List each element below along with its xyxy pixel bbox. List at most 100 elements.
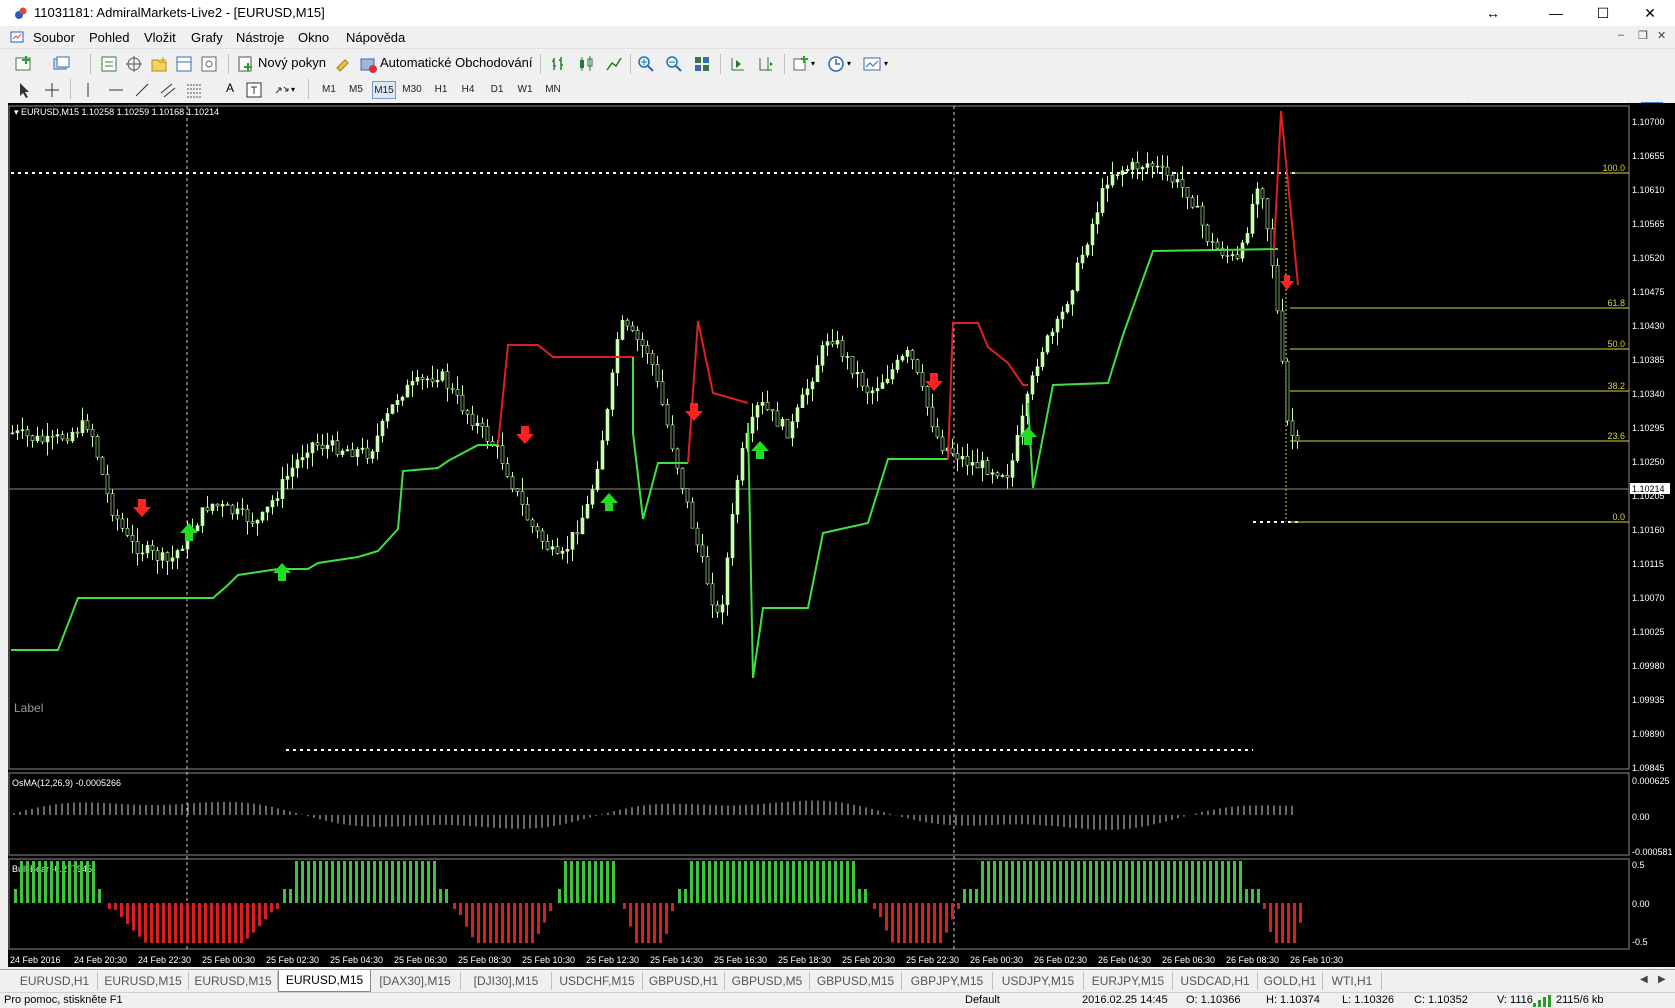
bullbear-bar <box>477 903 480 943</box>
candle-body <box>1255 188 1260 205</box>
tab-chart[interactable]: WTI,H1 <box>1323 972 1382 990</box>
tabs-scroll-left-icon[interactable]: ◀ <box>1640 974 1648 985</box>
child-minimize-button[interactable]: – <box>1618 29 1624 41</box>
timeframe-h1[interactable]: H1 <box>430 81 452 99</box>
timeframe-h4[interactable]: H4 <box>457 81 479 99</box>
tab-chart[interactable]: [DJI30],M15 <box>461 972 552 990</box>
tab-chart[interactable]: GBPUSD,M5 <box>725 972 810 990</box>
text-tool-icon[interactable]: A <box>220 81 240 99</box>
new-chart-icon[interactable] <box>14 54 34 74</box>
tab-chart[interactable]: USDCAD,H1 <box>1173 972 1258 990</box>
tab-chart[interactable]: GBPUSD,M15 <box>810 972 902 990</box>
trendline-icon[interactable] <box>132 81 152 99</box>
timeframe-mn[interactable]: MN <box>542 81 564 99</box>
templates-icon[interactable] <box>862 54 882 74</box>
tab-chart-active[interactable]: EURUSD,M15 <box>278 970 371 992</box>
menu-nastroje[interactable]: Nástroje <box>236 30 284 45</box>
zoom-out-icon[interactable] <box>664 54 684 74</box>
svg-text:25 Feb 14:30: 25 Feb 14:30 <box>650 955 703 965</box>
timeframe-m15[interactable]: M15 <box>372 81 396 99</box>
arrows-dropdown-icon[interactable]: ▾ <box>291 85 295 94</box>
menu-grafy[interactable]: Grafy <box>191 30 223 45</box>
bullbear-bar <box>933 903 936 943</box>
text-label-icon[interactable] <box>244 81 264 99</box>
tab-chart[interactable]: EURJPY,M15 <box>1084 972 1173 990</box>
timeframe-w1[interactable]: W1 <box>514 81 536 99</box>
terminal-icon[interactable] <box>174 54 194 74</box>
data-window-icon[interactable] <box>124 54 144 74</box>
periods-dropdown-icon[interactable]: ▾ <box>847 59 851 68</box>
bullbear-bar <box>283 889 286 903</box>
child-restore-button[interactable]: ❐ <box>1638 29 1648 42</box>
candle-body <box>1030 375 1035 395</box>
new-order-icon[interactable] <box>236 54 256 74</box>
metaeditor-icon[interactable] <box>333 54 353 74</box>
tab-chart[interactable]: GBPJPY,M15 <box>902 972 993 990</box>
bullbear-bar <box>168 903 171 943</box>
tab-chart[interactable]: GBPUSD,H1 <box>643 972 725 990</box>
market-watch-icon[interactable] <box>99 54 119 74</box>
candle-body <box>1135 161 1140 170</box>
tab-chart[interactable]: USDJPY,M15 <box>993 972 1084 990</box>
bar-chart-icon[interactable] <box>548 54 568 74</box>
indicators-icon[interactable] <box>792 54 812 74</box>
status-low: L: 1.10326 <box>1342 994 1394 1006</box>
new-order-button[interactable]: Nový pokyn <box>258 55 326 70</box>
bullbear-bar <box>1251 889 1254 903</box>
crosshair-icon[interactable] <box>42 81 62 99</box>
tab-chart[interactable]: GOLD,H1 <box>1258 972 1323 990</box>
zoom-in-icon[interactable] <box>636 54 656 74</box>
candle-body <box>1145 163 1150 168</box>
auto-trading-button[interactable]: Automatické Obchodování <box>380 55 532 70</box>
timeframe-m1[interactable]: M1 <box>318 81 340 99</box>
candle-body <box>1175 179 1180 183</box>
timeframe-m30[interactable]: M30 <box>400 81 424 99</box>
minimize-button[interactable]: — <box>1533 0 1579 26</box>
arrows-icon[interactable] <box>272 81 292 99</box>
tab-chart[interactable]: EURUSD,H1 <box>12 972 98 990</box>
child-close-button[interactable]: ✕ <box>1657 29 1666 42</box>
strategy-tester-icon[interactable] <box>199 54 219 74</box>
tile-windows-icon[interactable] <box>692 54 712 74</box>
fibonacci-icon[interactable] <box>184 81 204 99</box>
tab-chart[interactable]: EURUSD,M15 <box>98 972 189 990</box>
navigator-icon[interactable] <box>149 54 169 74</box>
menu-vlozit[interactable]: Vložit <box>144 30 176 45</box>
bullbear-bar <box>126 903 129 924</box>
menu-soubor[interactable]: Soubor <box>33 30 75 45</box>
menu-pohled[interactable]: Pohled <box>89 30 129 45</box>
candle-body <box>1185 187 1190 198</box>
horizontal-line-icon[interactable] <box>106 81 126 99</box>
periods-icon[interactable] <box>826 54 846 74</box>
bullbear-bar <box>665 903 668 934</box>
tabs-scroll-right-icon[interactable]: ▶ <box>1658 974 1666 985</box>
chart-shift-icon[interactable] <box>756 54 776 74</box>
cursor-icon[interactable] <box>14 81 34 99</box>
maximize-button[interactable]: ☐ <box>1580 0 1626 26</box>
profiles-icon[interactable] <box>52 54 72 74</box>
menu-napoveda[interactable]: Nápověda <box>346 30 405 45</box>
candle-body <box>560 550 565 554</box>
bullbear-bar <box>786 861 789 903</box>
timeframe-m5[interactable]: M5 <box>345 81 367 99</box>
templates-dropdown-icon[interactable]: ▾ <box>884 59 888 68</box>
equidistant-channel-icon[interactable] <box>158 81 178 99</box>
tab-chart[interactable]: [DAX30],M15 <box>370 972 461 990</box>
close-button[interactable]: ✕ <box>1627 0 1673 26</box>
candle-body <box>840 340 845 357</box>
price-chart[interactable]: 100.0 61.8 50.0 38.2 23.6 0.0 1.10214 ▾ … <box>8 103 1675 967</box>
vertical-line-icon[interactable] <box>78 81 98 99</box>
svg-text:1.10205: 1.10205 <box>1632 491 1665 501</box>
chart-window[interactable]: 100.0 61.8 50.0 38.2 23.6 0.0 1.10214 ▾ … <box>8 103 1675 967</box>
auto-trading-icon[interactable] <box>358 54 378 74</box>
candlestick-chart-icon[interactable] <box>576 54 596 74</box>
candle-body <box>405 384 410 398</box>
auto-scroll-icon[interactable] <box>728 54 748 74</box>
resize-icon[interactable]: ↔ <box>1470 0 1516 26</box>
menu-okno[interactable]: Okno <box>298 30 329 45</box>
timeframe-d1[interactable]: D1 <box>486 81 508 99</box>
indicators-dropdown-icon[interactable]: ▾ <box>811 59 815 68</box>
line-chart-icon[interactable] <box>604 54 624 74</box>
tab-chart[interactable]: EURUSD,M15 <box>189 972 278 990</box>
tab-chart[interactable]: USDCHF,M15 <box>552 972 643 990</box>
